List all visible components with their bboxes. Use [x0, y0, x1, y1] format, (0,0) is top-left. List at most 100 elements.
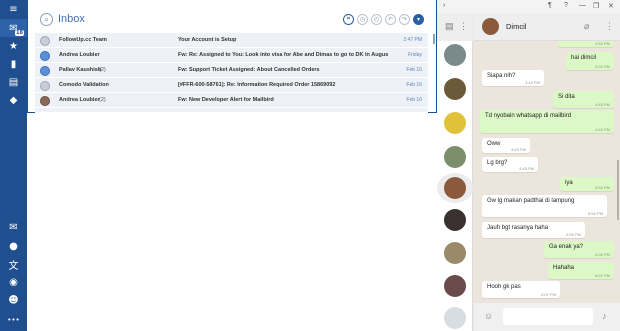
mail-sender: Andrea Loubier: [59, 52, 100, 58]
message-outgoing: Si dita 4:45 PM: [553, 91, 614, 108]
mail-date: Feb 16: [406, 82, 422, 88]
message-outgoing: Td nyobain whatsapp di mailbird 4:45 PM: [480, 110, 614, 133]
people-app-icon[interactable]: ☻: [0, 291, 27, 309]
mail-row[interactable]: FollowUp.cc Team Your Account is Setup 2…: [35, 33, 428, 48]
help-icon[interactable]: ?: [564, 2, 568, 9]
restore-icon[interactable]: ❐: [593, 2, 599, 10]
message-input[interactable]: [503, 308, 593, 325]
message-area: 3:50 PM hai dimcil 4:03 PM Siapa nih? 4:44…: [474, 41, 620, 303]
whatsapp-app-icon[interactable]: ◉: [0, 273, 27, 291]
sender-avatar: [40, 81, 50, 91]
mail-date: 2:47 PM: [403, 37, 422, 43]
close-icon[interactable]: ✕: [608, 2, 614, 10]
mail-date: Feb 16: [406, 67, 422, 73]
chat-avatar[interactable]: [444, 78, 466, 100]
mail-header: ⌕ Inbox ⌗ ◷ ◴ ↶ ↷ ▾: [27, 0, 437, 32]
chat-avatar[interactable]: [444, 177, 466, 199]
message-incoming: Hooh gk pas 6:07 PM: [482, 281, 560, 298]
mail-row[interactable]: Andrea Loubier (2) Fw: New Developer Ale…: [35, 93, 428, 108]
star-icon[interactable]: ★: [0, 37, 27, 55]
inbox-icon[interactable]: ✉ 18: [0, 19, 27, 37]
mail-row[interactable]: Andrea Loubier Fw: Re: Assigned to You: …: [35, 48, 428, 63]
message-incoming: Siapa nih? 4:44 PM: [482, 70, 544, 86]
mail-subject: Your Account is Setup: [178, 37, 237, 43]
mail-subject: Fw: Re: Assigned to You: Look into visa …: [178, 52, 388, 58]
collapse-panel-icon[interactable]: ›: [443, 2, 445, 9]
message-incoming: Oww 4:45 PM: [482, 138, 530, 153]
chat-list-header: ▤ ⋮: [437, 13, 473, 41]
message-incoming: Gw lg makan padthai di lampung 5:55 PM: [482, 195, 607, 217]
mail-subject: Fw: Support Ticket Assigned: About Cance…: [178, 67, 320, 73]
mail-scrollbar[interactable]: [433, 34, 435, 44]
chat-avatar[interactable]: [444, 209, 466, 231]
folder-title: Inbox: [58, 13, 85, 25]
chat-avatar[interactable]: [444, 44, 466, 66]
archive-icon[interactable]: ▤: [0, 73, 27, 91]
mail-subject: [#FFR-600-58761]: Re: Information Requir…: [178, 82, 336, 88]
archive-toolbar-icon[interactable]: ◴: [371, 14, 382, 25]
mail-panel: ⌕ Inbox ⌗ ◷ ◴ ↶ ↷ ▾ FollowUp.cc Team You…: [27, 0, 437, 331]
mail-sender: Pallav Kaushish: [59, 67, 102, 73]
sender-avatar: [40, 96, 50, 106]
message-outgoing: Hahaha 6:07 PM: [548, 262, 614, 279]
chat-header: Dimcil ⌀ ⋮: [474, 13, 620, 41]
tag-icon[interactable]: ◆: [0, 91, 27, 109]
message-outgoing: hai dimcil 4:03 PM: [566, 52, 614, 70]
snooze-icon[interactable]: ◷: [357, 14, 368, 25]
reply-icon[interactable]: ↶: [385, 14, 396, 25]
chat-avatar[interactable]: [444, 242, 466, 264]
chat-list: ▤ ⋮: [437, 13, 473, 331]
thread-count: (2): [99, 67, 106, 73]
chat-avatar[interactable]: [444, 112, 466, 134]
chat-app-icon[interactable]: ●: [0, 237, 27, 255]
app-sidebar: ≡ ✉ 18 ★ ▮ ▤ ◆ ✉ ● 文 ◉ ☻ •••: [0, 0, 27, 331]
message-incoming: Jauh bgt rasanya haha 5:55 PM: [482, 222, 585, 238]
drafts-icon[interactable]: ▮: [0, 55, 27, 73]
app-window: ≡ ✉ 18 ★ ▮ ▤ ◆ ✉ ● 文 ◉ ☻ ••• ⌕ Inbox ⌗ ◷ …: [0, 0, 620, 331]
contact-name[interactable]: Dimcil: [506, 22, 526, 31]
panel-titlebar: › ¶ ? — ❐ ✕: [437, 0, 620, 13]
mail-sender: Comodo Validation: [59, 82, 109, 88]
pin-icon[interactable]: ¶: [548, 2, 552, 9]
chat-avatar[interactable]: [444, 146, 466, 168]
menu-icon[interactable]: ≡: [0, 0, 27, 18]
mail-row[interactable]: Comodo Validation [#FFR-600-58761]: Re: …: [35, 78, 428, 93]
compose-bar: ☺ ♪: [474, 303, 620, 331]
mail-sender: FollowUp.cc Team: [59, 37, 107, 43]
chats-icon[interactable]: ▤: [445, 21, 454, 32]
mail-app-icon[interactable]: ✉: [0, 218, 27, 236]
emoji-icon[interactable]: ☺: [484, 311, 493, 321]
more-dropdown-icon[interactable]: ▾: [413, 14, 424, 25]
chat-avatar[interactable]: [444, 307, 466, 329]
sender-avatar: [40, 66, 50, 76]
message-outgoing: 3:50 PM: [558, 41, 614, 47]
menu-dots-icon[interactable]: ⋮: [459, 21, 468, 32]
chat-scrollbar[interactable]: [617, 160, 619, 220]
attach-icon[interactable]: ⌀: [584, 21, 589, 32]
mail-sender: Andrea Loubier: [59, 97, 100, 103]
contact-avatar[interactable]: [482, 18, 499, 35]
more-icon[interactable]: •••: [0, 311, 27, 329]
mail-list: FollowUp.cc Team Your Account is Setup 2…: [35, 33, 428, 113]
minimize-icon[interactable]: —: [579, 2, 586, 9]
mic-icon[interactable]: ♪: [602, 311, 607, 321]
select-all-icon[interactable]: ⌗: [343, 14, 354, 25]
chat-avatar[interactable]: [444, 275, 466, 297]
unread-badge: 18: [15, 30, 24, 36]
mail-subject: Fw: New Developer Alert for Mailbird: [178, 97, 274, 103]
message-outgoing: iya 5:54 PM: [560, 177, 614, 191]
sender-avatar: [40, 51, 50, 61]
whatsapp-panel: › ¶ ? — ❐ ✕ ▤ ⋮ Dimcil ⌀ ⋮ 3:50 PM hai d…: [437, 0, 620, 331]
sender-avatar: [40, 36, 50, 46]
mail-date: Feb 16: [406, 97, 422, 103]
mail-date: Friday: [408, 52, 422, 58]
message-incoming: Lg brg? 4:45 PM: [482, 157, 538, 172]
thread-count: (2): [99, 97, 106, 103]
search-icon[interactable]: ⌕: [40, 13, 53, 26]
translate-app-icon[interactable]: 文: [0, 255, 27, 273]
message-outgoing: Ga enak ya? 6:06 PM: [544, 241, 614, 258]
chat-menu-icon[interactable]: ⋮: [605, 21, 614, 32]
mail-row[interactable]: Pallav Kaushish (2) Fw: Support Ticket A…: [35, 63, 428, 78]
mail-row[interactable]: [35, 108, 428, 113]
forward-icon[interactable]: ↷: [399, 14, 410, 25]
